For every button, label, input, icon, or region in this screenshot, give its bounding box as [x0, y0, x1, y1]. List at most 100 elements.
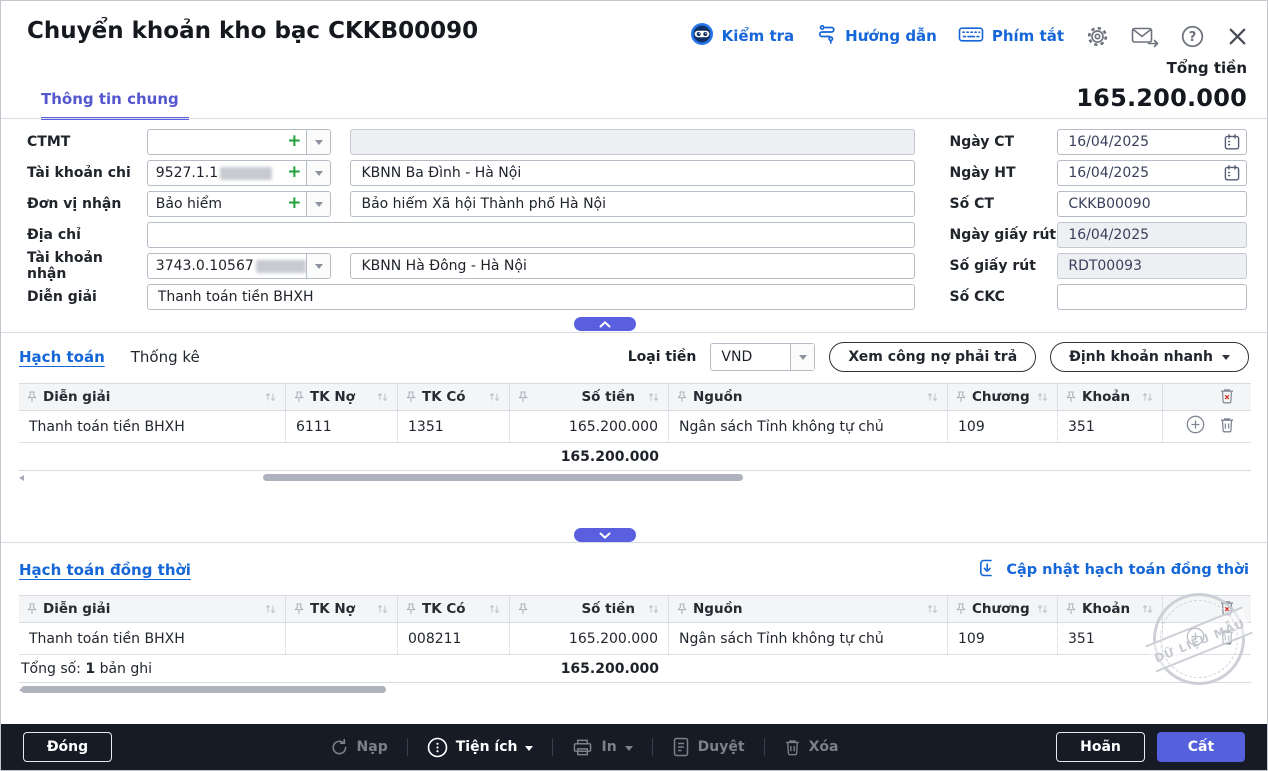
- don-vi-nhan-detail-field[interactable]: [350, 191, 914, 217]
- tai-khoan-nhan-detail-field[interactable]: [350, 253, 914, 279]
- sort-icon[interactable]: [1141, 603, 1154, 615]
- expand-section-button[interactable]: [574, 528, 636, 542]
- add-row-icon[interactable]: [1186, 627, 1205, 650]
- quick-entry-button[interactable]: Định khoản nhanh: [1050, 342, 1249, 372]
- pin-icon[interactable]: [1066, 603, 1076, 615]
- currency-select[interactable]: VND: [710, 343, 815, 371]
- tai-khoan-chi-detail-field[interactable]: [350, 160, 914, 186]
- guide-button[interactable]: Hướng dẫn: [815, 23, 937, 49]
- concurrent-title-link[interactable]: Hạch toán đồng thời: [19, 561, 191, 579]
- check-button[interactable]: Kiểm tra: [690, 22, 794, 50]
- sort-icon[interactable]: [926, 603, 939, 615]
- settings-gear-icon[interactable]: [1085, 24, 1110, 49]
- ngay-ht-input[interactable]: [1057, 160, 1247, 186]
- close-icon[interactable]: [1226, 25, 1249, 48]
- sort-icon[interactable]: [488, 391, 501, 403]
- pin-icon[interactable]: [294, 603, 304, 615]
- tai-khoan-nhan-combo[interactable]: 3743.0.10567: [147, 253, 332, 279]
- collapse-form-button[interactable]: [574, 317, 636, 331]
- tab-general-info[interactable]: Thông tin chung: [41, 90, 189, 120]
- sort-icon[interactable]: [1036, 391, 1049, 403]
- don-vi-nhan-dropdown-icon[interactable]: [306, 192, 330, 216]
- pin-icon[interactable]: [294, 391, 304, 403]
- horizontal-scrollbar[interactable]: [19, 683, 1251, 695]
- sort-icon[interactable]: [376, 603, 389, 615]
- header-separator: [1, 118, 1267, 119]
- save-button[interactable]: Cất: [1157, 732, 1245, 762]
- utilities-button[interactable]: Tiện ích: [427, 737, 534, 758]
- pin-icon[interactable]: [677, 391, 687, 403]
- tai-khoan-chi-combo[interactable]: 9527.1.1 +: [147, 160, 332, 186]
- delete-row-icon[interactable]: [1219, 628, 1235, 649]
- delete-row-icon[interactable]: [1219, 416, 1235, 437]
- table-row[interactable]: Thanh toán tiền BHXH 6111 1351 165.200.0…: [19, 411, 1251, 443]
- sort-icon[interactable]: [264, 603, 277, 615]
- table-row[interactable]: Thanh toán tiền BHXH 008211 165.200.000 …: [19, 623, 1251, 655]
- tai-khoan-chi-dropdown-icon[interactable]: [306, 161, 330, 185]
- tai-khoan-chi-add-icon[interactable]: +: [284, 161, 306, 185]
- sort-icon[interactable]: [376, 391, 389, 403]
- view-payables-button[interactable]: Xem công nợ phải trả: [829, 342, 1036, 372]
- pin-icon[interactable]: [406, 603, 416, 615]
- scrollbar-thumb[interactable]: [21, 686, 386, 693]
- dien-giai-input[interactable]: [147, 284, 915, 310]
- so-ckc-input[interactable]: [1057, 284, 1247, 310]
- keyboard-icon: [958, 24, 984, 49]
- sort-icon[interactable]: [926, 391, 939, 403]
- pin-icon[interactable]: [518, 391, 528, 403]
- sort-icon[interactable]: [647, 603, 660, 615]
- print-button[interactable]: In: [572, 738, 632, 757]
- postpone-button[interactable]: Hoãn: [1056, 732, 1145, 762]
- calendar-icon[interactable]: [1223, 164, 1241, 186]
- sort-icon[interactable]: [1036, 603, 1049, 615]
- col-nguon: Nguồn: [669, 384, 948, 410]
- pin-icon[interactable]: [677, 603, 687, 615]
- ctmt-combo[interactable]: +: [147, 129, 332, 155]
- pin-icon[interactable]: [956, 391, 966, 403]
- scrollbar-thumb[interactable]: [263, 474, 743, 481]
- pin-icon[interactable]: [1066, 391, 1076, 403]
- update-concurrent-link[interactable]: Cập nhật hạch toán đồng thời: [977, 558, 1249, 582]
- table-total-amount: 165.200.000: [561, 661, 669, 677]
- ngay-ct-input[interactable]: [1057, 129, 1247, 155]
- delete-all-icon[interactable]: [1219, 599, 1235, 620]
- close-button[interactable]: Đóng: [23, 732, 112, 762]
- add-row-icon[interactable]: [1186, 415, 1205, 438]
- sort-icon[interactable]: [488, 603, 501, 615]
- pin-icon[interactable]: [956, 603, 966, 615]
- table-total-amount: 165.200.000: [561, 449, 669, 465]
- so-giay-rut-label: Số giấy rút: [950, 258, 1058, 274]
- pin-icon[interactable]: [27, 603, 37, 615]
- sort-icon[interactable]: [1141, 391, 1154, 403]
- currency-dropdown-icon[interactable]: [790, 344, 814, 370]
- shortcut-button[interactable]: Phím tắt: [958, 24, 1064, 49]
- treasury-transfer-window: Chuyển khoản kho bạc CKKB00090 Kiểm tra …: [0, 0, 1268, 771]
- so-ct-input[interactable]: [1057, 191, 1247, 217]
- tai-khoan-nhan-label: Tài khoản nhận: [27, 250, 147, 282]
- sort-icon[interactable]: [264, 391, 277, 403]
- ngay-ht-label: Ngày HT: [950, 165, 1058, 181]
- scroll-left-icon[interactable]: [19, 475, 24, 481]
- help-icon[interactable]: ?: [1180, 24, 1205, 49]
- sort-icon[interactable]: [647, 391, 660, 403]
- send-mail-icon[interactable]: [1131, 24, 1159, 48]
- pin-icon[interactable]: [518, 603, 528, 615]
- reload-button[interactable]: Nạp: [330, 738, 388, 757]
- pin-icon[interactable]: [27, 391, 37, 403]
- dia-chi-input[interactable]: [147, 222, 915, 248]
- tai-khoan-nhan-dropdown-icon[interactable]: [306, 254, 330, 278]
- delete-all-icon[interactable]: [1219, 387, 1235, 408]
- ctmt-dropdown-icon[interactable]: [306, 130, 330, 154]
- pin-icon[interactable]: [406, 391, 416, 403]
- ctmt-add-icon[interactable]: +: [284, 130, 306, 154]
- calendar-icon[interactable]: [1223, 133, 1241, 155]
- tab-hach-toan[interactable]: Hạch toán: [19, 348, 105, 366]
- col-tk-no: TK Nợ: [286, 596, 398, 622]
- don-vi-nhan-combo[interactable]: Bảo hiểm +: [147, 191, 332, 217]
- delete-button[interactable]: Xóa: [784, 738, 839, 756]
- don-vi-nhan-add-icon[interactable]: +: [284, 192, 306, 216]
- tab-thong-ke[interactable]: Thống kê: [131, 348, 200, 366]
- horizontal-scrollbar[interactable]: [19, 471, 1251, 483]
- record-count: Tổng số: 1 bản ghi: [19, 661, 510, 677]
- approve-button[interactable]: Duyệt: [672, 737, 745, 757]
